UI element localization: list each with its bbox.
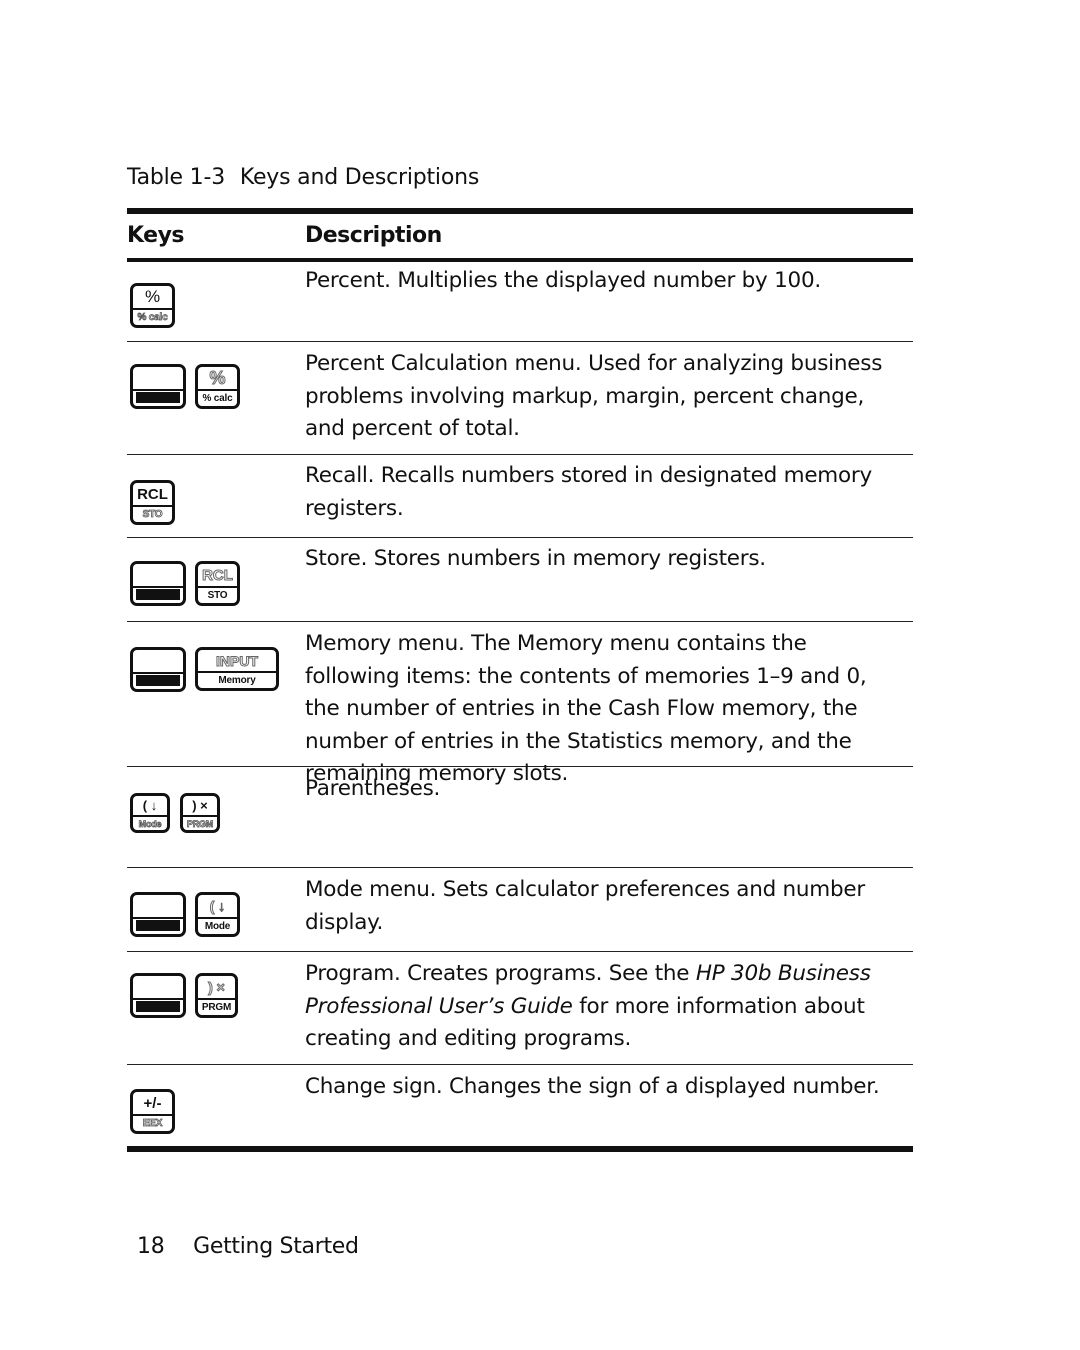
row-keys: RCL STO — [130, 561, 240, 606]
close-paren-key-icon: ) × PRGM — [180, 793, 220, 833]
shift-key-icon — [130, 561, 186, 606]
table-row-memory: INPUT Memory Memory menu. The Memory men… — [127, 622, 913, 786]
table-row-change-sign: +/- EEX Change sign. Changes the sign of… — [127, 1065, 913, 1146]
percent-key-icon: % % calc — [130, 283, 175, 328]
row-description: Percent. Multiplies the displayed number… — [305, 268, 821, 293]
header-description: Description — [305, 223, 442, 248]
shift-key-icon — [130, 647, 186, 692]
rcl-key-icon: RCL STO — [130, 480, 175, 525]
table-row-parentheses: ( ↓ Mode ) × PRGM Parentheses. — [127, 767, 913, 868]
memory-key-icon: INPUT Memory — [195, 647, 279, 691]
row-keys: ) × PRGM — [130, 973, 238, 1018]
row-description: Change sign. Changes the sign of a displ… — [305, 1074, 880, 1099]
shift-key-icon — [130, 892, 186, 937]
row-keys: INPUT Memory — [130, 647, 279, 692]
row-keys: % % calc — [130, 364, 240, 409]
table-row-store: RCL STO Store. Stores numbers in memory … — [127, 538, 913, 622]
keys-table: Keys Description % % calc Percent. Multi… — [127, 208, 913, 1152]
percent-calc-key-icon: % % calc — [195, 364, 240, 409]
section-title: Getting Started — [193, 1234, 359, 1259]
mode-key-icon: ( ↓ Mode — [195, 892, 240, 937]
table-title: Keys and Descriptions — [239, 165, 480, 190]
row-description: Mode menu. Sets calculator preferences a… — [305, 877, 865, 935]
sto-key-icon: RCL STO — [195, 561, 240, 606]
row-description: Percent Calculation menu. Used for analy… — [305, 351, 883, 442]
row-description: Store. Stores numbers in memory register… — [305, 546, 766, 571]
shift-key-icon — [130, 364, 186, 409]
prgm-key-icon: ) × PRGM — [195, 973, 238, 1018]
header-keys: Keys — [127, 223, 185, 248]
table-caption: Table 1-3 Keys and Descriptions — [127, 163, 479, 193]
row-keys: ( ↓ Mode ) × PRGM — [130, 793, 220, 833]
open-paren-key-icon: ( ↓ Mode — [130, 793, 170, 833]
row-description: Recall. Recalls numbers stored in design… — [305, 463, 872, 521]
page-number: 18 — [137, 1234, 165, 1259]
row-keys: % % calc — [130, 283, 175, 328]
row-keys: ( ↓ Mode — [130, 892, 240, 937]
table-row-percent: % % calc Percent. Multiplies the display… — [127, 262, 913, 342]
table-header-row: Keys Description — [127, 214, 913, 258]
row-description: Parentheses. — [305, 776, 441, 801]
table-row-program: ) × PRGM Program. Creates programs. See … — [127, 952, 913, 1065]
table-bottom-rule — [127, 1146, 913, 1152]
shift-key-icon — [130, 973, 186, 1018]
row-keys: RCL STO — [130, 480, 175, 525]
page-footer: 18 Getting Started — [137, 1234, 359, 1259]
change-sign-key-icon: +/- EEX — [130, 1089, 175, 1134]
row-keys: +/- EEX — [130, 1089, 175, 1134]
row-description: Program. Creates programs. See the HP 30… — [305, 961, 871, 1052]
table-number: Table 1-3 — [127, 165, 226, 190]
table-row-mode: ( ↓ Mode Mode menu. Sets calculator pref… — [127, 868, 913, 952]
table-row-recall: RCL STO Recall. Recalls numbers stored i… — [127, 455, 913, 538]
table-row-percent-calc: % % calc Percent Calculation menu. Used … — [127, 342, 913, 455]
